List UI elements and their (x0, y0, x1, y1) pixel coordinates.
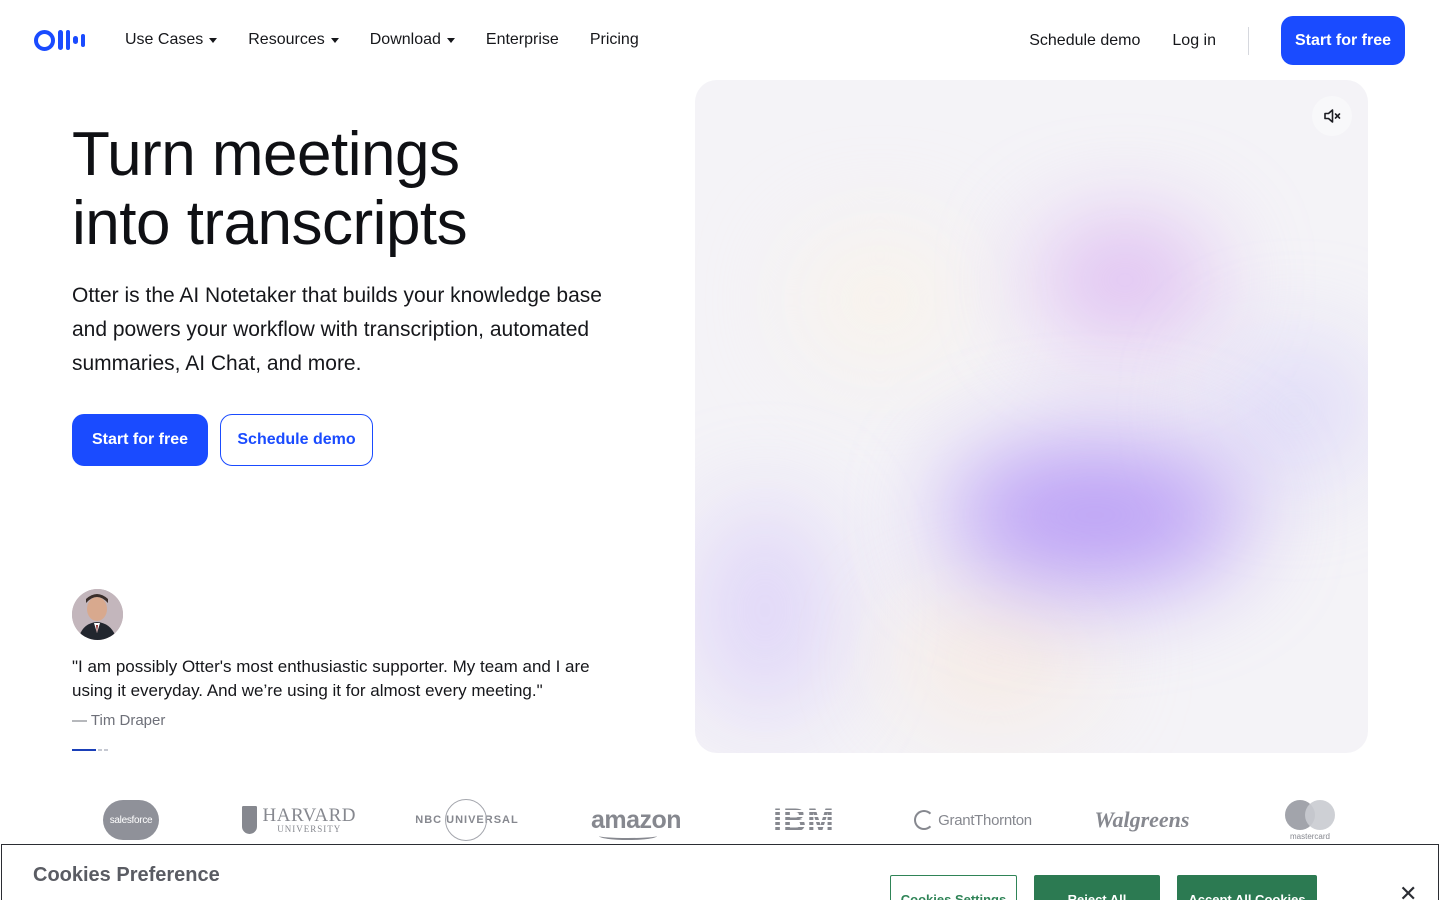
nbcuniversal-logo: NBC UNIVERSAL (414, 796, 520, 844)
pager-dot[interactable] (72, 749, 96, 751)
grant-thornton-logo: GrantThornton (913, 796, 1033, 844)
pager-dot[interactable] (104, 749, 108, 751)
reject-all-button[interactable]: Reject All (1034, 875, 1160, 900)
testimonial-pager (72, 749, 108, 751)
cookie-banner: Cookies Preference Cookies Settings Reje… (1, 844, 1439, 900)
ibm-logo: IBM (773, 801, 835, 838)
nav-use-cases[interactable]: Use Cases (125, 28, 218, 52)
header-divider (1248, 26, 1249, 55)
log-in-link[interactable]: Log in (1172, 32, 1216, 50)
nav-download[interactable]: Download (370, 28, 455, 52)
hero-schedule-demo-button[interactable]: Schedule demo (220, 414, 373, 466)
salesforce-logo: salesforce (100, 796, 162, 844)
nav-enterprise[interactable]: Enterprise (486, 28, 559, 52)
globe-icon (445, 799, 488, 841)
hero-cta-group: Start for free Schedule demo (72, 414, 373, 466)
caret-down-icon (209, 37, 218, 43)
cookie-title: Cookies Preference (33, 864, 220, 886)
amazon-logo: amazon (591, 796, 682, 844)
hero-title: Turn meetings into transcripts (72, 120, 468, 258)
logo-ring (34, 29, 55, 51)
nav-pricing[interactable]: Pricing (590, 28, 639, 52)
otter-logo[interactable] (34, 28, 92, 52)
pager-dot[interactable] (98, 749, 102, 751)
header-start-free-button[interactable]: Start for free (1281, 16, 1405, 65)
speaker-muted-icon (1324, 109, 1341, 123)
harvard-shield-icon (242, 806, 257, 834)
main-nav: Use Cases Resources Download Enterprise … (125, 28, 670, 52)
walgreens-logo: Walgreens (1094, 807, 1190, 832)
cookie-actions: Cookies Settings Reject All Accept All C… (890, 875, 1317, 900)
amazon-smile-icon (598, 832, 657, 840)
accept-all-cookies-button[interactable]: Accept All Cookies (1177, 875, 1317, 900)
schedule-demo-link[interactable]: Schedule demo (1029, 32, 1140, 50)
hero-description: Otter is the AI Notetaker that builds yo… (72, 284, 602, 375)
mastercard-logo: mastercard (1282, 796, 1338, 844)
header-actions: Schedule demo Log in Start for free (1029, 16, 1405, 65)
site-header: Use Cases Resources Download Enterprise … (0, 0, 1440, 80)
hero-video[interactable] (695, 80, 1368, 753)
hero-start-free-button[interactable]: Start for free (72, 414, 208, 466)
testimonial-avatar (72, 589, 123, 640)
cookie-settings-button[interactable]: Cookies Settings (890, 875, 1017, 900)
testimonial-author: — Tim Draper (72, 712, 166, 729)
mastercard-circles-icon (1285, 799, 1335, 830)
caret-down-icon (446, 37, 455, 43)
caret-down-icon (330, 37, 339, 43)
testimonial-quote: "I am possibly Otter's most enthusiastic… (72, 657, 590, 700)
grant-thornton-swirl-icon (914, 810, 935, 830)
customer-logos: salesforce HARVARD UNIVERSITY NBC UNIVER… (0, 796, 1440, 844)
mute-toggle-button[interactable] (1312, 96, 1352, 136)
harvard-logo: HARVARD UNIVERSITY (242, 796, 356, 844)
close-icon[interactable]: ✕ (1399, 881, 1417, 900)
nav-resources[interactable]: Resources (248, 28, 339, 52)
